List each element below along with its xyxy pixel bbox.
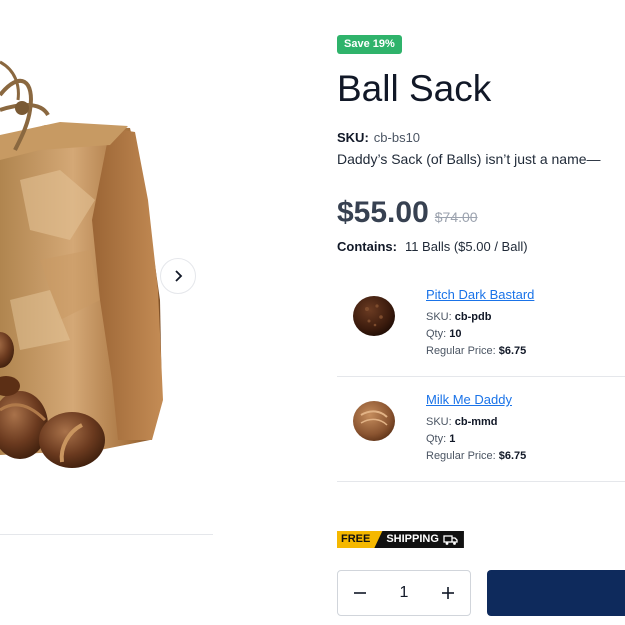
sku-row: SKU: cb-bs10 bbox=[337, 130, 420, 145]
chocolate-thumbnail bbox=[353, 401, 395, 441]
regular-price: $74.00 bbox=[434, 209, 478, 225]
add-to-cart-button[interactable] bbox=[487, 570, 625, 616]
product-details: Save 19% Ball Sack SKU: cb-bs10 Daddy’s S… bbox=[337, 0, 625, 625]
gallery-divider bbox=[0, 534, 213, 535]
quantity-input[interactable]: 1 bbox=[382, 584, 426, 602]
bundle-item-price: Regular Price: $6.75 bbox=[426, 450, 527, 462]
shipping-label: SHIPPING bbox=[374, 531, 464, 548]
price-row: $55.00 $74.00 bbox=[337, 196, 478, 230]
contains-value: 11 Balls ($5.00 / Ball) bbox=[404, 239, 528, 254]
bundle-item-link[interactable]: Pitch Dark Bastard bbox=[426, 287, 534, 302]
save-badge: Save 19% bbox=[337, 35, 402, 54]
quantity-stepper: 1 bbox=[337, 570, 471, 616]
product-title: Ball Sack bbox=[337, 68, 492, 109]
next-image-button[interactable] bbox=[160, 258, 196, 294]
bundle-item-link[interactable]: Milk Me Daddy bbox=[426, 392, 526, 407]
plus-icon bbox=[442, 587, 454, 599]
sku-label: SKU: bbox=[337, 130, 369, 145]
bundle-item: Milk Me Daddy SKU: cb-mmd Qty: 1 Regular… bbox=[337, 377, 625, 482]
bundle-item-qty: Qty: 1 bbox=[426, 433, 456, 445]
bundle-item-price: Regular Price: $6.75 bbox=[426, 345, 527, 357]
product-description: Daddy’s Sack (of Balls) isn’t just a nam… bbox=[337, 151, 601, 167]
contains-row: Contains: 11 Balls ($5.00 / Ball) bbox=[337, 239, 528, 254]
free-shipping-badge: FREE SHIPPING bbox=[337, 531, 464, 548]
minus-icon bbox=[354, 592, 366, 594]
chevron-right-icon bbox=[175, 270, 183, 282]
truck-icon bbox=[443, 534, 458, 545]
contains-label: Contains: bbox=[337, 239, 397, 254]
sku-value: cb-bs10 bbox=[373, 130, 421, 145]
chocolate-thumbnail bbox=[353, 296, 395, 336]
bundle-item-info: Milk Me Daddy SKU: cb-mmd Qty: 1 Regular… bbox=[426, 392, 526, 465]
bundle-item: Pitch Dark Bastard SKU: cb-pdb Qty: 10 R… bbox=[337, 272, 625, 377]
increase-quantity-button[interactable] bbox=[426, 571, 470, 615]
sale-price: $55.00 bbox=[337, 196, 429, 229]
decrease-quantity-button[interactable] bbox=[338, 571, 382, 615]
free-label: FREE bbox=[337, 531, 383, 548]
bundle-item-sku: SKU: cb-mmd bbox=[426, 416, 498, 428]
product-gallery bbox=[0, 0, 215, 625]
bundle-item-qty: Qty: 10 bbox=[426, 328, 462, 340]
bundle-item-info: Pitch Dark Bastard SKU: cb-pdb Qty: 10 R… bbox=[426, 287, 534, 360]
bundle-item-sku: SKU: cb-pdb bbox=[426, 311, 492, 323]
